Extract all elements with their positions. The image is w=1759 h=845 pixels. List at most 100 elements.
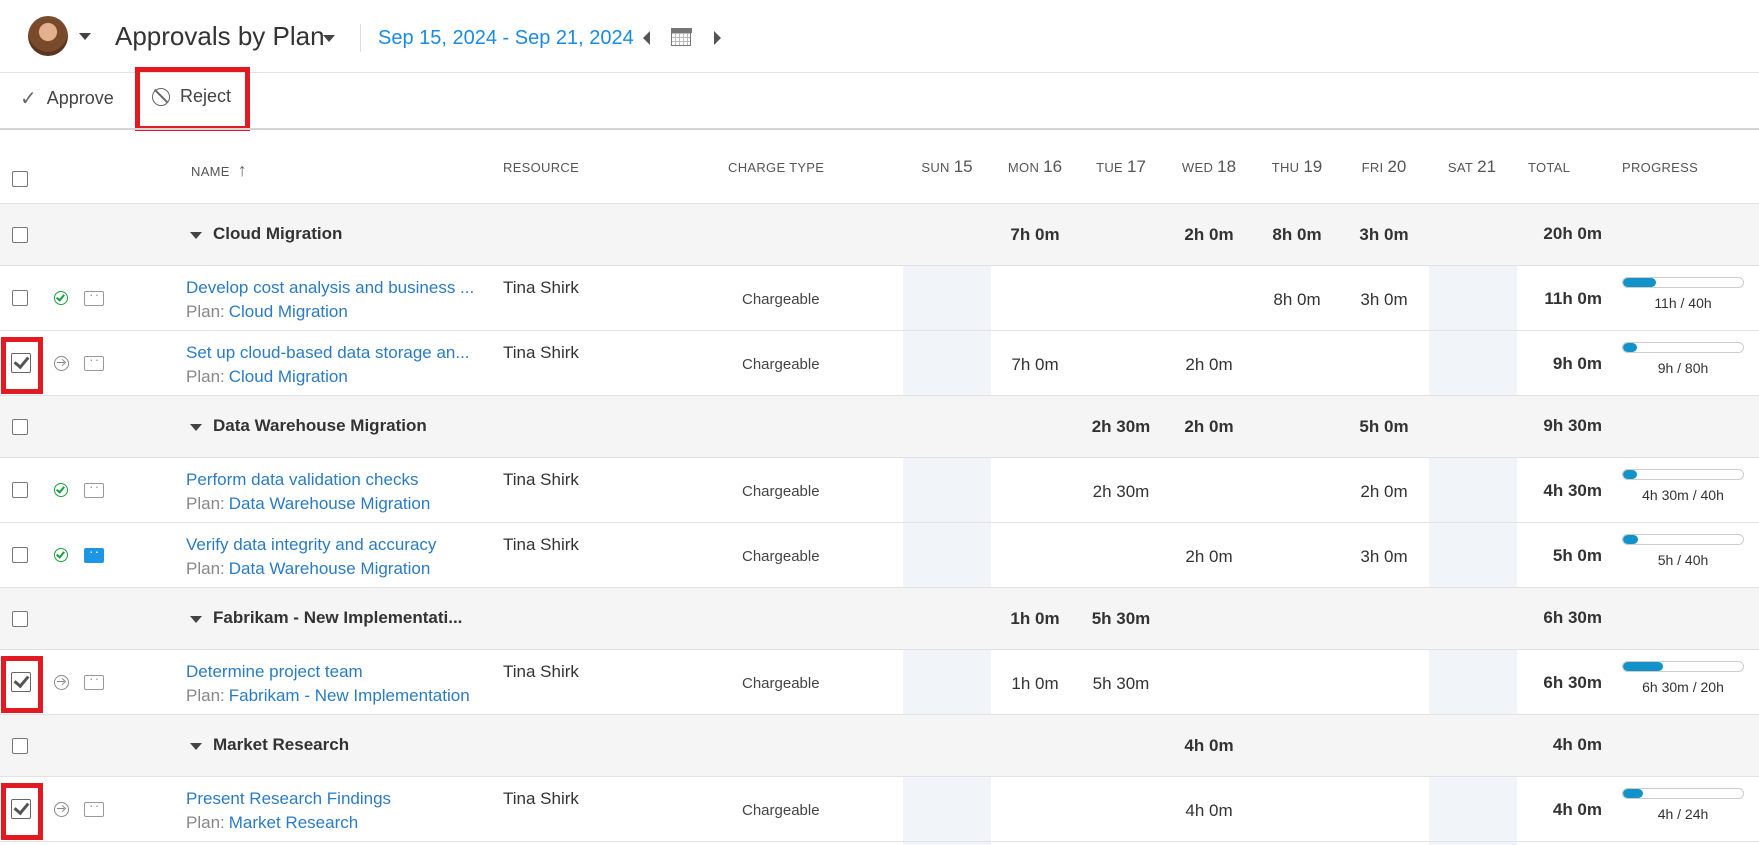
group-select-checkbox[interactable] bbox=[12, 738, 28, 754]
task-select-checkbox[interactable] bbox=[12, 290, 28, 306]
avatar-chevron-down-icon[interactable] bbox=[79, 33, 91, 40]
comment-icon[interactable] bbox=[84, 670, 104, 690]
group-day-hours: 1h 0m bbox=[1010, 609, 1060, 628]
task-name-link[interactable]: Determine project team bbox=[186, 662, 363, 682]
group-day-hours: 4h 0m bbox=[1184, 736, 1234, 755]
task-select-checkbox[interactable] bbox=[12, 547, 28, 563]
column-header-mon[interactable]: MON 16 bbox=[995, 157, 1075, 177]
view-chevron-down-icon[interactable] bbox=[323, 35, 335, 42]
day-number-label: 19 bbox=[1303, 157, 1323, 176]
day-of-week-label: WED bbox=[1181, 160, 1214, 175]
previous-week-icon[interactable] bbox=[643, 31, 650, 45]
plan-link[interactable]: Fabrikam - New Implementation bbox=[229, 686, 470, 705]
calendar-icon[interactable] bbox=[670, 27, 692, 46]
task-charge-type: Chargeable bbox=[742, 356, 820, 373]
group-day-hours: 5h 0m bbox=[1359, 417, 1409, 436]
group-total-hours: 6h 30m bbox=[1543, 608, 1602, 627]
group-name[interactable]: Data Warehouse Migration bbox=[213, 416, 427, 436]
task-day-hours[interactable]: 3h 0m bbox=[1344, 547, 1424, 567]
column-header-sun[interactable]: SUN 15 bbox=[907, 157, 987, 177]
approve-button[interactable]: ✓ Approve bbox=[20, 86, 114, 111]
page-title[interactable]: Approvals by Plan bbox=[115, 21, 325, 52]
task-name-link[interactable]: Verify data integrity and accuracy bbox=[186, 535, 436, 555]
sort-ascending-icon[interactable]: ↑ bbox=[238, 160, 247, 180]
task-name-link[interactable]: Perform data validation checks bbox=[186, 470, 418, 490]
day-of-week-label: SUN bbox=[921, 160, 950, 175]
column-header-charge-type[interactable]: CHARGE TYPE bbox=[728, 160, 824, 175]
user-avatar[interactable] bbox=[28, 16, 68, 56]
group-collapse-icon[interactable] bbox=[190, 743, 202, 750]
task-day-hours[interactable]: 1h 0m bbox=[995, 674, 1075, 694]
progress-label: 5h / 40h bbox=[1657, 552, 1709, 568]
header-divider bbox=[360, 24, 361, 52]
group-collapse-icon[interactable] bbox=[190, 424, 202, 431]
column-header-sat[interactable]: SAT 21 bbox=[1432, 157, 1512, 177]
comment-icon[interactable] bbox=[84, 351, 104, 371]
task-day-hours[interactable]: 8h 0m bbox=[1257, 290, 1337, 310]
group-collapse-icon[interactable] bbox=[190, 616, 202, 623]
task-select-checkbox[interactable] bbox=[11, 672, 31, 692]
reject-icon bbox=[152, 87, 170, 106]
plan-link[interactable]: Data Warehouse Migration bbox=[229, 494, 431, 513]
progress-label: 6h 30m / 20h bbox=[1642, 679, 1724, 695]
task-day-hours[interactable]: 3h 0m bbox=[1344, 290, 1424, 310]
column-header-wed[interactable]: WED 18 bbox=[1169, 157, 1249, 177]
column-header-tue[interactable]: TUE 17 bbox=[1081, 157, 1161, 177]
group-select-checkbox[interactable] bbox=[12, 611, 28, 627]
group-day-hours: 7h 0m bbox=[1010, 225, 1060, 244]
plan-link[interactable]: Cloud Migration bbox=[229, 367, 348, 386]
group-select-checkbox[interactable] bbox=[12, 419, 28, 435]
comment-icon[interactable] bbox=[84, 797, 104, 817]
name-header-label: NAME bbox=[191, 164, 230, 179]
approved-status-icon bbox=[54, 483, 68, 497]
column-header-resource[interactable]: RESOURCE bbox=[503, 160, 579, 175]
task-plan: Plan: Market Research bbox=[186, 813, 358, 833]
task-day-hours[interactable]: 2h 0m bbox=[1169, 355, 1249, 375]
progress-bar bbox=[1622, 469, 1744, 480]
plan-link[interactable]: Market Research bbox=[229, 813, 358, 832]
column-header-progress[interactable]: PROGRESS bbox=[1622, 160, 1698, 175]
check-icon: ✓ bbox=[20, 88, 37, 110]
task-select-checkbox[interactable] bbox=[11, 799, 31, 819]
task-resource: Tina Shirk bbox=[503, 789, 579, 808]
next-week-icon[interactable] bbox=[714, 31, 721, 45]
day-number-label: 18 bbox=[1217, 157, 1237, 176]
column-header-total[interactable]: TOTAL bbox=[1528, 160, 1570, 175]
plan-prefix-label: Plan: bbox=[186, 494, 225, 513]
column-header-fri[interactable]: FRI 20 bbox=[1344, 157, 1424, 177]
column-header-thu[interactable]: THU 19 bbox=[1257, 157, 1337, 177]
plan-link[interactable]: Data Warehouse Migration bbox=[229, 559, 431, 578]
task-day-hours[interactable]: 2h 0m bbox=[1344, 482, 1424, 502]
task-day-hours[interactable]: 4h 0m bbox=[1169, 801, 1249, 821]
task-select-checkbox[interactable] bbox=[11, 353, 31, 373]
comment-icon[interactable] bbox=[84, 478, 104, 498]
group-name[interactable]: Fabrikam - New Implementati... bbox=[213, 608, 462, 628]
comment-icon[interactable] bbox=[84, 543, 104, 563]
task-total-hours: 4h 0m bbox=[1552, 800, 1602, 819]
approve-label: Approve bbox=[46, 88, 114, 108]
group-day-hours: 5h 30m bbox=[1091, 609, 1151, 628]
task-select-checkbox[interactable] bbox=[12, 482, 28, 498]
day-number-label: 15 bbox=[953, 157, 973, 176]
comment-icon[interactable] bbox=[84, 286, 104, 306]
select-all-checkbox[interactable] bbox=[12, 171, 28, 187]
task-name-link[interactable]: Set up cloud-based data storage an... bbox=[186, 343, 470, 363]
task-day-hours[interactable]: 7h 0m bbox=[995, 355, 1075, 375]
group-select-checkbox[interactable] bbox=[12, 227, 28, 243]
plan-link[interactable]: Cloud Migration bbox=[229, 302, 348, 321]
group-name[interactable]: Cloud Migration bbox=[213, 224, 342, 244]
reject-button[interactable]: Reject bbox=[152, 86, 231, 107]
progress-bar-fill bbox=[1623, 343, 1637, 352]
day-number-label: 17 bbox=[1126, 157, 1146, 176]
group-name[interactable]: Market Research bbox=[213, 735, 349, 755]
task-name-link[interactable]: Present Research Findings bbox=[186, 789, 391, 809]
column-header-name[interactable]: NAME ↑ bbox=[191, 160, 247, 181]
task-name-link[interactable]: Develop cost analysis and business ... bbox=[186, 278, 474, 298]
group-collapse-icon[interactable] bbox=[190, 232, 202, 239]
date-range[interactable]: Sep 15, 2024 - Sep 21, 2024 bbox=[378, 27, 634, 50]
task-day-hours[interactable]: 2h 0m bbox=[1169, 547, 1249, 567]
toolbar-divider-line bbox=[0, 128, 1759, 130]
task-resource: Tina Shirk bbox=[503, 535, 579, 554]
task-day-hours[interactable]: 2h 30m bbox=[1081, 482, 1161, 502]
task-day-hours[interactable]: 5h 30m bbox=[1081, 674, 1161, 694]
